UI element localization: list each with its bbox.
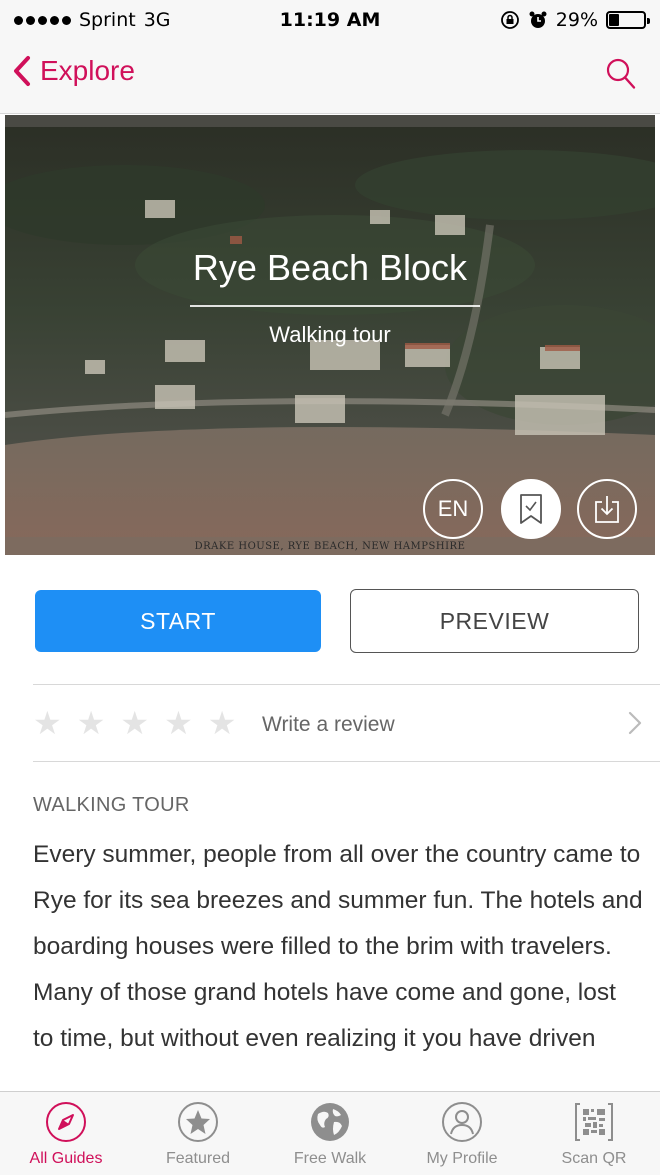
download-button[interactable] [577,479,637,539]
qr-code-icon [575,1103,613,1141]
star-icon: ★ [120,705,150,741]
tab-scan-qr[interactable]: Scan QR [528,1092,660,1175]
tour-title: Rye Beach Block [192,247,468,288]
tab-label: All Guides [29,1150,103,1167]
tour-description: Every summer, people from all over the c… [33,841,643,1052]
image-caption: DRAKE HOUSE, RYE BEACH, NEW HAMPSHIRE [194,541,466,552]
preview-button[interactable]: PREVIEW [350,589,639,653]
status-right: 29% [500,9,650,31]
battery-percent: 29% [555,9,598,31]
battery-icon [606,11,650,29]
write-review-row[interactable]: ★ ★ ★ ★ ★ Write a review [33,684,660,762]
tab-my-profile[interactable]: My Profile [396,1092,528,1175]
write-review-label: Write a review [262,713,395,736]
tab-label: Featured [165,1150,231,1167]
chevron-left-icon [14,56,30,86]
tab-label: Scan QR [561,1150,627,1167]
tab-label: Free Walk [293,1150,367,1167]
compass-icon [46,1102,86,1142]
tab-label: My Profile [426,1150,498,1167]
tab-bar: All Guides Featured Free Walk My Profile [0,1091,660,1175]
start-button[interactable]: START [35,590,321,652]
bookmark-check-icon [520,494,542,524]
profile-icon [442,1102,482,1142]
back-button[interactable]: Explore [12,55,135,87]
tab-all-guides[interactable]: All Guides [0,1092,132,1175]
back-button-label: Explore [40,55,135,86]
tab-featured[interactable]: Featured [132,1092,264,1175]
star-icon: ★ [76,705,106,741]
tab-free-walk[interactable]: Free Walk [264,1092,396,1175]
navigation-bar: Explore [0,40,660,114]
rating-stars: ★ ★ ★ ★ ★ [33,707,236,739]
battery-fill [609,14,619,26]
rotation-lock-icon [500,11,519,29]
tour-subtitle: Walking tour [269,322,391,347]
globe-icon [311,1103,349,1141]
chevron-right-icon [628,711,642,735]
status-bar: Sprint 3G 11:19 AM 29% [0,0,660,40]
search-button[interactable] [606,58,636,95]
bookmark-button[interactable] [501,479,561,539]
tour-cover-image: Rye Beach Block Walking tour DRAKE HOUSE… [5,115,655,555]
language-button[interactable]: EN [423,479,483,539]
title-divider [190,305,480,307]
star-icon: ★ [164,705,193,741]
star-icon [178,1102,218,1142]
section-label: WALKING TOUR [33,794,190,816]
star-icon: ★ [207,705,237,741]
language-label: EN [437,496,469,521]
alarm-icon [529,11,547,28]
star-icon: ★ [33,705,62,741]
download-icon [595,496,619,523]
search-icon [606,58,636,89]
